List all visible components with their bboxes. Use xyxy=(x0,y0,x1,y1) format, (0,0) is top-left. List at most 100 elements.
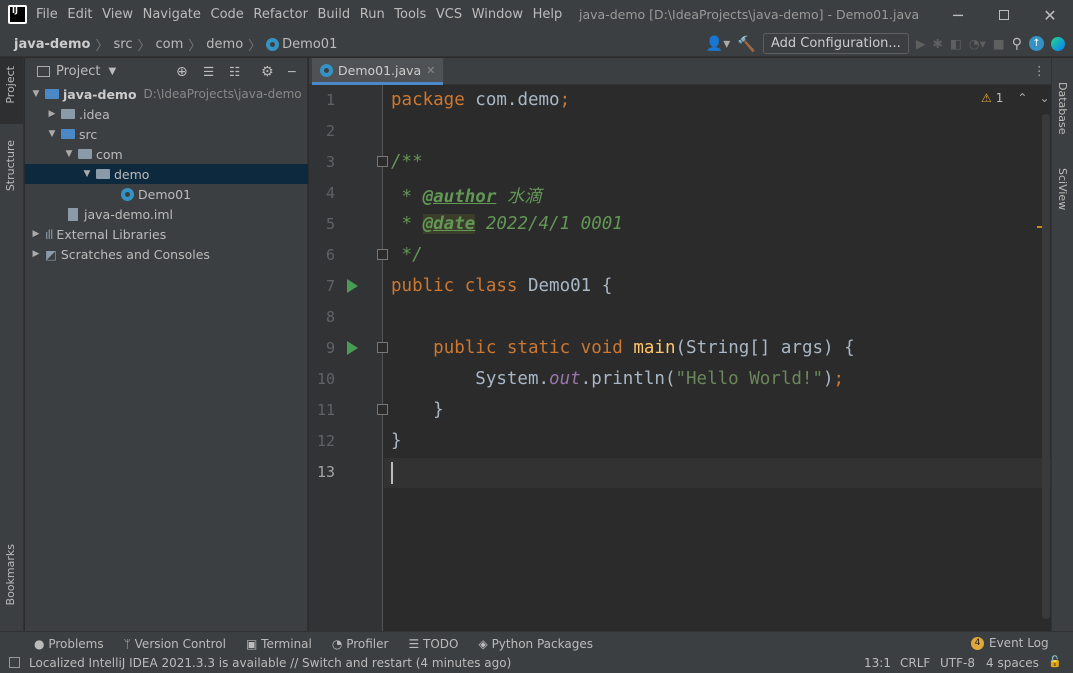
tree-item-src[interactable]: ▼ src xyxy=(25,124,308,144)
menu-edit[interactable]: Edit xyxy=(67,7,92,22)
tree-item-java-demo-iml[interactable]: java-demo.iml xyxy=(25,204,308,224)
build-hammer-icon[interactable]: 🔨 xyxy=(737,35,756,53)
close-tab-icon[interactable]: ✕ xyxy=(426,64,435,77)
collapse-all-icon[interactable]: ☷ xyxy=(229,64,240,79)
hide-icon[interactable]: ─ xyxy=(288,64,296,79)
chevron-down-icon[interactable]: ▼ xyxy=(30,89,42,99)
tab-terminal[interactable]: ▣ Terminal xyxy=(246,637,312,651)
menu-navigate[interactable]: Navigate xyxy=(143,7,201,22)
chevron-right-icon[interactable]: ▶ xyxy=(46,109,58,119)
menu-file[interactable]: File xyxy=(36,7,58,22)
chevron-right-icon[interactable]: ▶ xyxy=(30,229,42,239)
tab-version-control[interactable]: ᛘ Version Control xyxy=(124,637,226,651)
code-editor[interactable]: Demo01.java ✕ ⋮ 1 2 3 4 5 6 7 8 9 10 11 … xyxy=(309,58,1051,631)
caret-position[interactable]: 13:1 xyxy=(864,656,891,670)
unlock-icon[interactable]: 🔓 xyxy=(1048,655,1062,668)
fold-icon[interactable] xyxy=(377,156,388,167)
tab-demo01-java[interactable]: Demo01.java ✕ xyxy=(312,58,444,85)
code-line-5: * @date 2022/4/1 0001 xyxy=(391,214,623,234)
structure-tool-tab[interactable]: Structure xyxy=(4,140,17,191)
profile-icon[interactable]: ◔▾ xyxy=(969,36,986,51)
inspection-widget[interactable]: ⚠ 1 ⌃ ⌄ xyxy=(981,91,1050,105)
tab-profiler[interactable]: ◔ Profiler xyxy=(332,637,389,651)
tab-todo[interactable]: ☰ TODO xyxy=(408,637,458,651)
user-icon[interactable]: 👤▾ xyxy=(706,36,730,52)
tree-item-label: java-demo xyxy=(63,86,137,102)
breadcrumb-demo[interactable]: demo xyxy=(206,37,243,52)
menu-window[interactable]: Window xyxy=(472,7,523,22)
close-button[interactable]: ✕ xyxy=(1027,0,1073,30)
run-class-icon[interactable] xyxy=(347,279,358,293)
project-panel-title[interactable]: Project xyxy=(56,64,100,79)
tab-python-packages[interactable]: ◈ Python Packages xyxy=(479,637,593,651)
minimize-button[interactable]: ─ xyxy=(935,0,981,30)
tree-item-label: Demo01 xyxy=(138,186,192,202)
fold-icon[interactable] xyxy=(377,342,388,353)
line-number: 12 xyxy=(316,432,335,450)
chevron-up-icon[interactable]: ⌃ xyxy=(1017,91,1027,105)
menu-view[interactable]: View xyxy=(102,7,133,22)
line-number: 5 xyxy=(325,215,335,233)
chevron-down-icon[interactable]: ▼ xyxy=(46,129,58,139)
breadcrumb-demo01[interactable]: Demo01 xyxy=(282,37,337,52)
jetbrains-toolbox-icon[interactable] xyxy=(1051,36,1065,51)
sciview-tool-tab[interactable]: SciView xyxy=(1056,168,1069,210)
tree-item-com[interactable]: ▼ com xyxy=(25,144,308,164)
tree-item-external-libraries[interactable]: ▶ ıll External Libraries xyxy=(25,224,308,244)
search-icon[interactable]: ⚲ xyxy=(1012,36,1022,52)
tab-problems[interactable]: ● Problems xyxy=(34,637,104,651)
tree-item-java-demo[interactable]: ▼ java-demo D:\IdeaProjects\java-demo xyxy=(25,84,308,104)
chevron-right-icon: 〉 xyxy=(188,39,202,54)
text-caret xyxy=(391,462,393,484)
breadcrumb-src[interactable]: src xyxy=(114,37,133,52)
stop-icon[interactable]: ■ xyxy=(993,36,1005,51)
bookmarks-tool-tab[interactable]: Bookmarks xyxy=(4,544,17,605)
breadcrumb-com[interactable]: com xyxy=(156,37,184,52)
breadcrumb-project[interactable]: java-demo xyxy=(14,37,90,52)
file-encoding[interactable]: UTF-8 xyxy=(940,656,975,670)
package-icon xyxy=(96,169,110,179)
add-configuration-button[interactable]: Add Configuration... xyxy=(762,33,909,54)
run-main-icon[interactable] xyxy=(347,341,358,355)
maximize-icon xyxy=(999,10,1009,20)
update-icon[interactable]: ↑ xyxy=(1029,36,1044,51)
editor-tab-bar: Demo01.java ✕ ⋮ xyxy=(309,58,1051,85)
line-number: 4 xyxy=(325,184,335,202)
fold-icon[interactable] xyxy=(377,404,388,415)
menu-refactor[interactable]: Refactor xyxy=(253,7,308,22)
tree-item-demo[interactable]: ▼ demo xyxy=(25,164,308,184)
indent-setting[interactable]: 4 spaces xyxy=(986,656,1039,670)
toggle-tool-windows-icon[interactable] xyxy=(9,657,20,668)
chevron-right-icon[interactable]: ▶ xyxy=(30,249,42,259)
menu-run[interactable]: Run xyxy=(360,7,385,22)
menu-tools[interactable]: Tools xyxy=(394,7,426,22)
vertical-scrollbar[interactable] xyxy=(1042,114,1050,619)
chevron-down-icon[interactable]: ⌄ xyxy=(1039,91,1049,105)
debug-icon[interactable]: ✱ xyxy=(932,36,942,51)
maximize-button[interactable] xyxy=(981,0,1027,30)
chevron-down-icon[interactable]: ▼ xyxy=(108,66,116,77)
line-separator[interactable]: CRLF xyxy=(900,656,930,670)
tree-item-idea[interactable]: ▶ .idea xyxy=(25,104,308,124)
status-message[interactable]: Localized IntelliJ IDEA 2021.3.3 is avai… xyxy=(29,656,511,670)
menu-vcs[interactable]: VCS xyxy=(436,7,462,22)
menu-code[interactable]: Code xyxy=(211,7,244,22)
chevron-down-icon[interactable]: ▼ xyxy=(63,149,75,159)
gear-icon[interactable]: ⚙ xyxy=(261,64,274,80)
expand-all-icon[interactable]: ☰ xyxy=(203,64,214,79)
tree-item-scratches[interactable]: ▶ ◩ Scratches and Consoles xyxy=(25,244,308,264)
project-tool-tab[interactable]: Project xyxy=(4,66,17,104)
run-icon[interactable]: ▶ xyxy=(916,36,926,51)
menu-build[interactable]: Build xyxy=(318,7,351,22)
fold-icon[interactable] xyxy=(377,249,388,260)
database-tool-tab[interactable]: Database xyxy=(1056,82,1069,135)
locate-icon[interactable]: ⊕ xyxy=(176,64,188,80)
tree-item-demo01[interactable]: Demo01 xyxy=(25,184,308,204)
code-line-3: /** xyxy=(391,152,423,172)
chevron-down-icon[interactable]: ▼ xyxy=(81,169,93,179)
line-number: 13 xyxy=(316,463,335,481)
more-tabs-icon[interactable]: ⋮ xyxy=(1033,63,1046,78)
menu-help[interactable]: Help xyxy=(533,7,563,22)
coverage-icon[interactable]: ◧ xyxy=(950,36,962,51)
event-log-button[interactable]: 4 Event Log xyxy=(971,636,1049,650)
